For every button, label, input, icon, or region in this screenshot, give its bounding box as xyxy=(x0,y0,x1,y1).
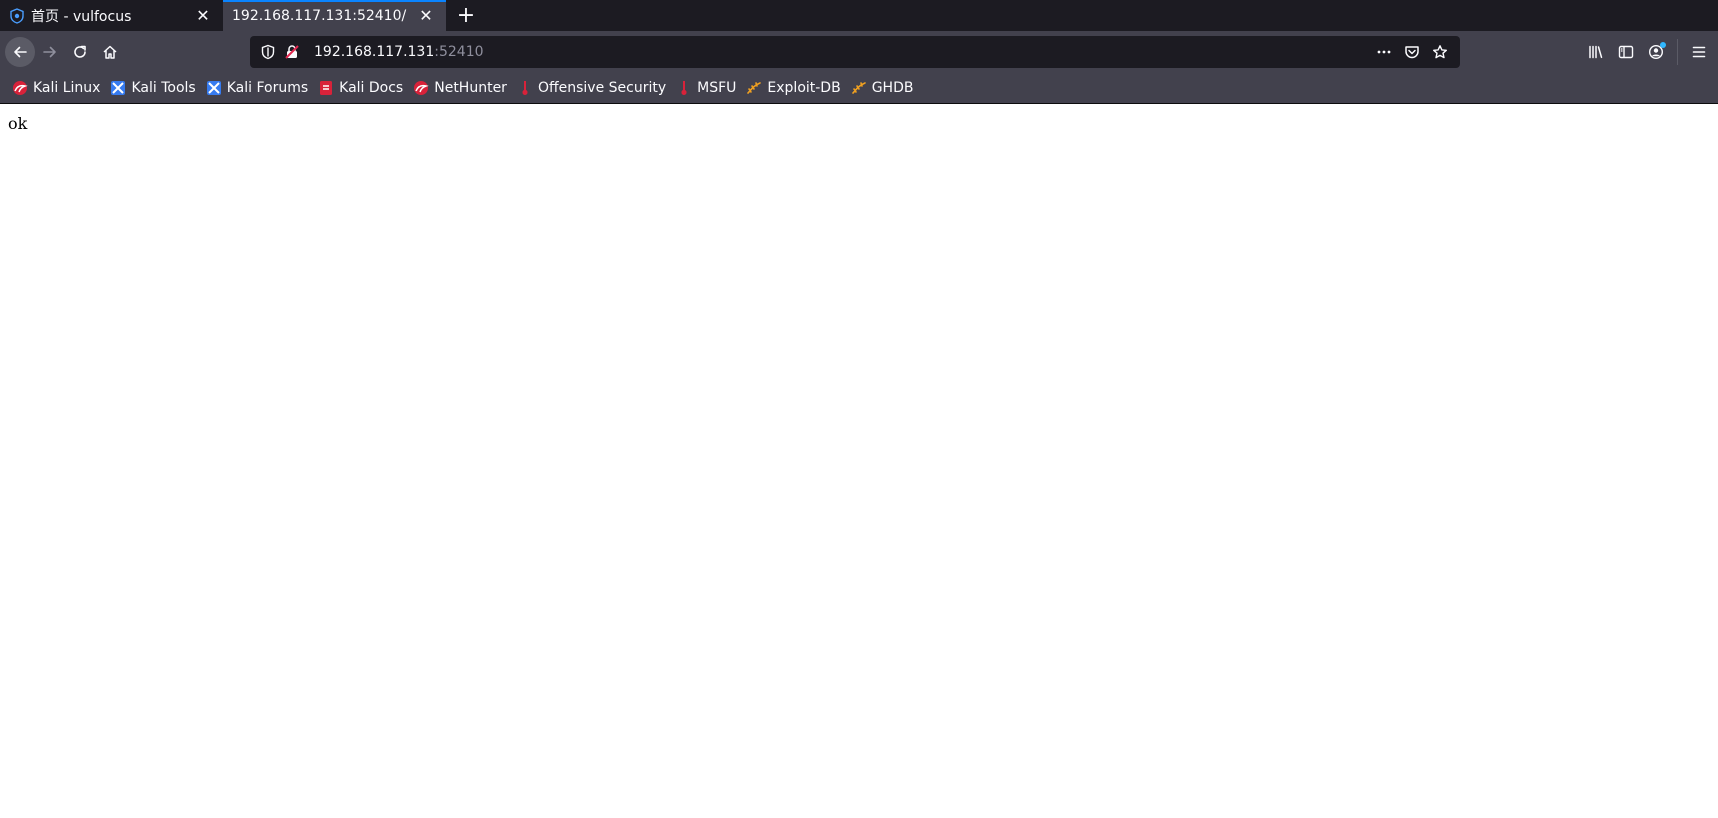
bookmark-label: Kali Tools xyxy=(131,80,196,96)
bookmark-kali-forums[interactable]: Kali Forums xyxy=(204,76,312,100)
library-icon xyxy=(1589,45,1603,59)
account-button[interactable] xyxy=(1641,37,1671,67)
bookmark-label: MSFU xyxy=(697,80,737,96)
bookmark-label: Kali Forums xyxy=(226,80,309,96)
page-actions-button[interactable] xyxy=(1370,38,1398,66)
sidebar-button[interactable] xyxy=(1611,37,1641,67)
url-port: :52410 xyxy=(434,44,484,60)
more-horizontal-icon xyxy=(1377,50,1391,54)
bookmarks-toolbar: Kali Linux Kali Tools Kali Forums Kali D… xyxy=(0,73,1718,104)
nethunter-icon xyxy=(413,80,429,96)
bookmark-ghdb[interactable]: GHDB xyxy=(849,76,918,100)
url-actions xyxy=(1370,38,1454,66)
bookmark-kali-linux[interactable]: Kali Linux xyxy=(10,76,104,100)
tracking-protection-shield-icon[interactable] xyxy=(258,42,278,62)
library-button[interactable] xyxy=(1581,37,1611,67)
close-icon[interactable]: ✕ xyxy=(416,6,436,26)
back-button[interactable] xyxy=(5,37,35,67)
tab-title: 192.168.117.131:52410/ xyxy=(232,7,407,24)
url-text[interactable]: 192.168.117.131:52410 xyxy=(314,44,484,60)
tab-title: 首页 - vulfocus xyxy=(31,8,132,25)
forward-button[interactable] xyxy=(35,37,65,67)
bookmark-msfu[interactable]: MSFU xyxy=(674,76,740,100)
menu-button[interactable] xyxy=(1684,37,1714,67)
page-content: ok xyxy=(0,104,1718,818)
exploit-db-icon xyxy=(746,80,762,96)
sidebar-icon xyxy=(1618,45,1634,59)
pocket-button[interactable] xyxy=(1398,38,1426,66)
kali-docs-icon xyxy=(318,80,334,96)
vulfocus-shield-icon xyxy=(9,7,25,24)
toolbar-separator xyxy=(1677,39,1678,65)
msfu-icon xyxy=(676,80,692,96)
url-host: 192.168.117.131 xyxy=(314,44,435,60)
bookmark-label: GHDB xyxy=(871,80,914,96)
tab-vulfocus[interactable]: 首页 - vulfocus ✕ xyxy=(0,0,223,31)
bookmark-label: Exploit-DB xyxy=(767,80,841,96)
kali-dragon-icon xyxy=(12,80,28,96)
kali-forums-icon xyxy=(206,80,222,96)
home-button[interactable] xyxy=(95,37,125,67)
home-icon xyxy=(103,45,117,59)
hamburger-menu-icon xyxy=(1692,46,1706,58)
bookmark-label: Kali Docs xyxy=(339,80,404,96)
reload-button[interactable] xyxy=(65,37,95,67)
page-body-text: ok xyxy=(8,114,28,133)
toolbar-right xyxy=(1581,37,1718,67)
pocket-icon xyxy=(1405,46,1419,59)
arrow-left-icon xyxy=(14,46,27,58)
bookmark-label: NetHunter xyxy=(434,80,507,96)
bookmark-kali-tools[interactable]: Kali Tools xyxy=(108,76,199,100)
navigation-toolbar: 192.168.117.131:52410 xyxy=(0,31,1718,73)
bookmark-label: Offensive Security xyxy=(537,80,667,96)
bookmark-star-button[interactable] xyxy=(1426,38,1454,66)
url-bar[interactable]: 192.168.117.131:52410 xyxy=(250,36,1460,68)
notification-dot xyxy=(1660,42,1666,48)
new-tab-button[interactable]: + xyxy=(450,0,482,31)
bookmark-nethunter[interactable]: NetHunter xyxy=(411,76,511,100)
bookmark-exploit-db[interactable]: Exploit-DB xyxy=(744,76,844,100)
offsec-icon xyxy=(517,80,533,96)
arrow-right-icon xyxy=(43,46,56,58)
plus-icon: + xyxy=(456,3,476,28)
bookmark-label: Kali Linux xyxy=(33,80,101,96)
tab-current[interactable]: 192.168.117.131:52410/ ✕ xyxy=(223,0,446,31)
close-icon[interactable]: ✕ xyxy=(193,6,213,26)
reload-icon xyxy=(74,45,86,58)
bookmark-offensive-security[interactable]: Offensive Security xyxy=(515,76,670,100)
insecure-lock-icon[interactable] xyxy=(282,42,302,62)
tab-strip: 首页 - vulfocus ✕ 192.168.117.131:52410/ ✕… xyxy=(0,0,1718,31)
star-icon xyxy=(1433,45,1447,59)
ghdb-icon xyxy=(851,80,867,96)
kali-tools-icon xyxy=(110,80,126,96)
bookmark-kali-docs[interactable]: Kali Docs xyxy=(316,76,407,100)
